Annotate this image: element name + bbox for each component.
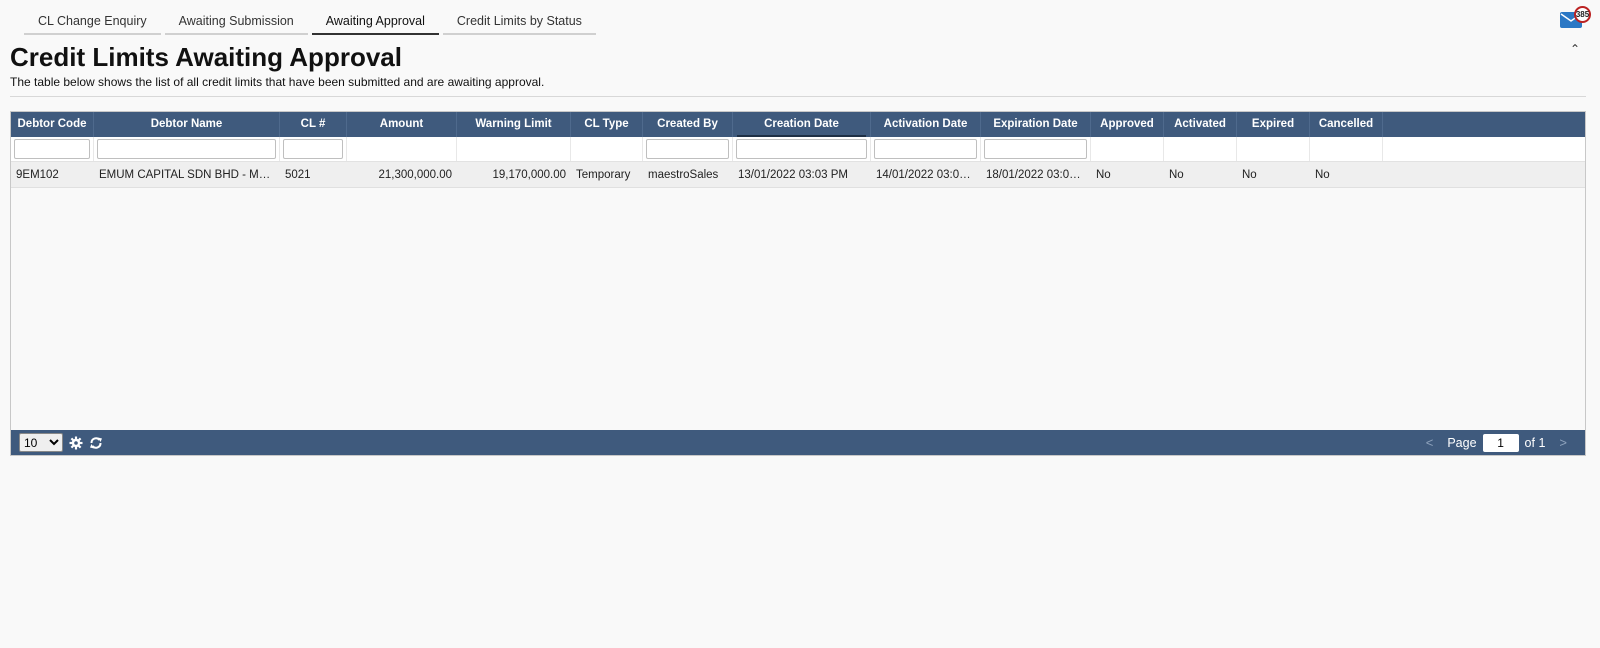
page-title: Credit Limits Awaiting Approval xyxy=(10,42,402,72)
filter-created-by[interactable] xyxy=(646,139,729,159)
pager-bar: 10 < Page 1 of 1 > xyxy=(11,430,1585,455)
column-header-cl-number[interactable]: CL # xyxy=(280,112,347,137)
tab-awaiting-approval[interactable]: Awaiting Approval xyxy=(311,12,439,35)
column-header-approved[interactable]: Approved xyxy=(1091,112,1164,137)
page-size-select[interactable]: 10 xyxy=(19,433,63,452)
cell-cancelled: No xyxy=(1315,169,1330,181)
filter-activation-date[interactable] xyxy=(874,139,977,159)
filter-cl-number[interactable] xyxy=(283,139,343,159)
filter-debtor-code[interactable] xyxy=(14,139,90,159)
cell-cl-type: Temporary xyxy=(576,169,631,181)
page-description: The table below shows the list of all cr… xyxy=(10,75,545,89)
tab-cl-change-enquiry[interactable]: CL Change Enquiry xyxy=(24,12,161,35)
column-header-creation-date[interactable]: Creation Date xyxy=(733,112,871,137)
tab-bar: CL Change Enquiry Awaiting Submission Aw… xyxy=(24,12,596,35)
page-total: of 1 xyxy=(1524,435,1546,450)
page-label: Page xyxy=(1447,435,1477,450)
column-header-debtor-code[interactable]: Debtor Code xyxy=(11,112,94,137)
column-header-cl-type[interactable]: CL Type xyxy=(571,112,643,137)
next-page-button[interactable]: > xyxy=(1551,435,1575,450)
cell-debtor-code: 9EM102 xyxy=(16,169,59,181)
filter-expiration-date[interactable] xyxy=(984,139,1087,159)
cell-activation-date: 14/01/2022 03:03 PM xyxy=(876,169,981,181)
column-header-cancelled[interactable]: Cancelled xyxy=(1310,112,1383,137)
column-header-activation-date[interactable]: Activation Date xyxy=(871,112,981,137)
gear-icon[interactable] xyxy=(69,436,83,450)
filter-debtor-name[interactable] xyxy=(97,139,276,159)
cell-created-by: maestroSales xyxy=(648,169,719,181)
divider xyxy=(10,96,1586,97)
table-row[interactable]: 9EM102 EMUM CAPITAL SDN BHD - MASTER 502… xyxy=(11,162,1585,188)
mail-button[interactable]: 385 xyxy=(1560,6,1591,30)
cell-cl-number: 5021 xyxy=(285,169,311,181)
cell-approved: No xyxy=(1096,169,1111,181)
page-number-input[interactable] xyxy=(1482,433,1519,452)
filter-row xyxy=(11,137,1585,162)
grid-header: Debtor Code Debtor Name CL # Amount Warn… xyxy=(11,112,1585,137)
tab-awaiting-submission[interactable]: Awaiting Submission xyxy=(164,12,308,35)
column-header-activated[interactable]: Activated xyxy=(1164,112,1237,137)
refresh-icon[interactable] xyxy=(89,436,103,450)
chevron-up-icon[interactable]: ⌃ xyxy=(1570,42,1580,56)
cell-activated: No xyxy=(1169,169,1184,181)
cell-creation-date: 13/01/2022 03:03 PM xyxy=(738,169,848,181)
cell-warning-limit: 19,170,000.00 xyxy=(492,169,566,181)
notification-badge: 385 xyxy=(1574,6,1591,23)
column-header-warning-limit[interactable]: Warning Limit xyxy=(457,112,571,137)
cell-amount: 21,300,000.00 xyxy=(378,169,452,181)
column-header-amount[interactable]: Amount xyxy=(347,112,457,137)
pagination: < Page of 1 > xyxy=(1418,433,1575,452)
filter-creation-date[interactable] xyxy=(736,139,867,159)
column-header-expired[interactable]: Expired xyxy=(1237,112,1310,137)
column-header-expiration-date[interactable]: Expiration Date xyxy=(981,112,1091,137)
credit-limits-grid: Debtor Code Debtor Name CL # Amount Warn… xyxy=(10,111,1586,456)
cell-debtor-name: EMUM CAPITAL SDN BHD - MASTER xyxy=(99,169,280,181)
column-header-created-by[interactable]: Created By xyxy=(643,112,733,137)
tab-credit-limits-by-status[interactable]: Credit Limits by Status xyxy=(442,12,596,35)
prev-page-button[interactable]: < xyxy=(1418,435,1442,450)
column-header-debtor-name[interactable]: Debtor Name xyxy=(94,112,280,137)
cell-expiration-date: 18/01/2022 03:00 PM xyxy=(986,169,1091,181)
cell-expired: No xyxy=(1242,169,1257,181)
